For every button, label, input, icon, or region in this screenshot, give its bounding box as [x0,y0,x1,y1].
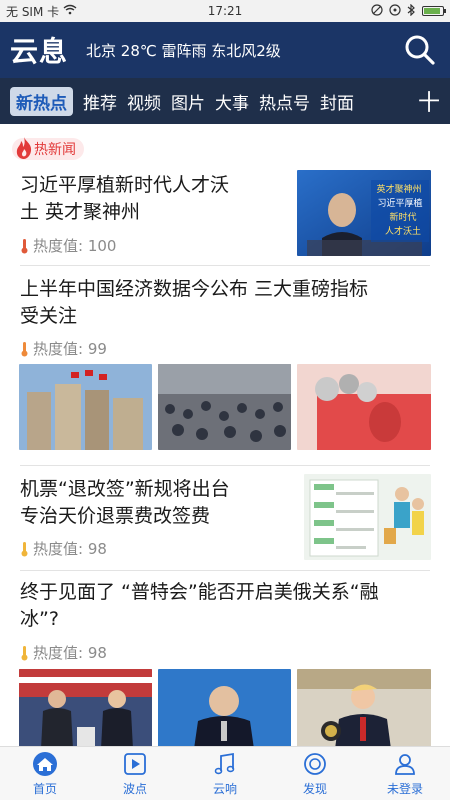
article-title[interactable]: 机票“退改签”新规将出台 专治天价退票费改签费 [20,476,230,530]
thermometer-icon [21,238,28,253]
article-4[interactable]: 终于见面了 “普特会”能否开启美俄关系“融 冰”? 热度值: 98 [0,576,450,746]
heat-value: 热度值: 98 [20,642,107,663]
tab-pictures[interactable]: 图片 [171,89,205,114]
weather-info[interactable]: 北京 28℃ 雷阵雨 东北风2级 [86,40,281,61]
title-line: 受关注 [20,305,78,327]
nav-music[interactable]: 云响 [180,747,270,800]
thermometer-icon [21,645,28,660]
article-2[interactable]: 上半年中国经济数据今公布 三大重磅指标 受关注 热度值: 99 [0,272,450,462]
music-icon [214,752,235,774]
category-tabs: 新热点 推荐 视频 图片 大事 热点号 封面 十 [0,78,450,124]
divider [20,465,430,466]
silent-icon [371,3,383,19]
carrier-text: 无 SIM 卡 [6,4,60,19]
tab-video[interactable]: 视频 [127,89,161,114]
tab-hot-accounts[interactable]: 热点号 [259,89,310,114]
article-thumbnail[interactable] [158,669,291,746]
title-line: 冰”? [20,608,59,630]
nav-user[interactable]: 未登录 [360,747,450,800]
nav-label: 发现 [302,781,327,796]
article-title[interactable]: 习近平厚植新时代人才沃 土 英才聚神州 [20,172,229,226]
nav-label: 波点 [122,781,147,796]
home-icon [33,751,57,776]
location-icon [389,3,401,19]
discover-icon [304,752,326,775]
news-feed[interactable]: 热新闻 习近平厚植新时代人才沃 土 英才聚神州 热度值: 100 英才聚神州 习… [0,124,450,746]
section-label: 热新闻 [34,142,76,158]
article-thumbnail[interactable] [19,364,152,450]
article-thumbnail[interactable] [158,364,291,450]
divider [20,265,430,266]
nav-label: 首页 [32,781,57,796]
nav-video[interactable]: 波点 [90,747,180,800]
article-title[interactable]: 上半年中国经济数据今公布 三大重磅指标 受关注 [20,276,368,330]
heat-value: 热度值: 98 [20,538,107,559]
article-thumbnail[interactable] [19,669,152,746]
heat-value: 热度值: 100 [20,235,116,256]
tab-big-events[interactable]: 大事 [215,89,249,114]
nav-label: 云响 [212,781,237,796]
article-title[interactable]: 终于见面了 “普特会”能否开启美俄关系“融 冰”? [20,579,379,633]
nav-label: 未登录 [386,781,423,796]
add-tab-button[interactable]: 十 [418,85,440,117]
bluetooth-icon [407,3,416,19]
section-tag-hot-news: 热新闻 [12,137,84,160]
search-button[interactable] [400,30,440,70]
title-line: 上半年中国经济数据今公布 三大重磅指标 [20,278,369,300]
wifi-icon [63,4,77,18]
thumb-caption: 英才聚神州 [376,183,421,195]
article-1[interactable]: 习近平厚植新时代人才沃 土 英才聚神州 热度值: 100 英才聚神州 习近平厚植… [0,169,450,265]
search-icon [405,35,435,65]
status-bar: 无 SIM 卡 17:21 [0,0,450,22]
title-line: 习近平厚植新时代人才沃 [20,174,230,196]
nav-discover[interactable]: 发现 [270,747,360,800]
title-line: 土 英才聚神州 [20,201,141,223]
title-line: 机票“退改签”新规将出台 [20,478,230,500]
app-header: 云息 北京 28℃ 雷阵雨 东北风2级 [0,22,450,78]
heat-value: 热度值: 99 [20,338,107,359]
tab-cover[interactable]: 封面 [320,89,354,114]
app-logo: 云息 [10,35,69,68]
thumb-caption: 习近平厚植 [377,197,422,209]
flame-icon [14,136,34,164]
article-thumbnail[interactable]: 英才聚神州 习近平厚植 新时代 人才沃土 [297,170,431,256]
title-line: 专治天价退票费改签费 [20,505,211,527]
tab-recommend[interactable]: 推荐 [83,89,117,114]
video-icon [124,752,146,775]
thumb-caption: 新时代 [389,211,416,223]
article-3[interactable]: 机票“退改签”新规将出台 专治天价退票费改签费 热度值: 98 [0,472,450,568]
bottom-navigation: 首页 波点 云响 发现 未登录 [0,746,450,800]
user-icon [395,753,415,775]
article-thumbnail[interactable] [297,669,431,746]
nav-home[interactable]: 首页 [0,747,90,800]
divider [20,570,430,571]
battery-icon [422,6,446,16]
article-thumbnail[interactable] [304,474,431,560]
thermometer-icon [21,341,28,356]
thermometer-icon [21,541,28,556]
tab-hot[interactable]: 新热点 [10,86,73,116]
title-line: 终于见面了 “普特会”能否开启美俄关系“融 [20,581,379,603]
thumb-caption: 人才沃土 [385,225,421,237]
article-thumbnail[interactable] [297,364,431,450]
